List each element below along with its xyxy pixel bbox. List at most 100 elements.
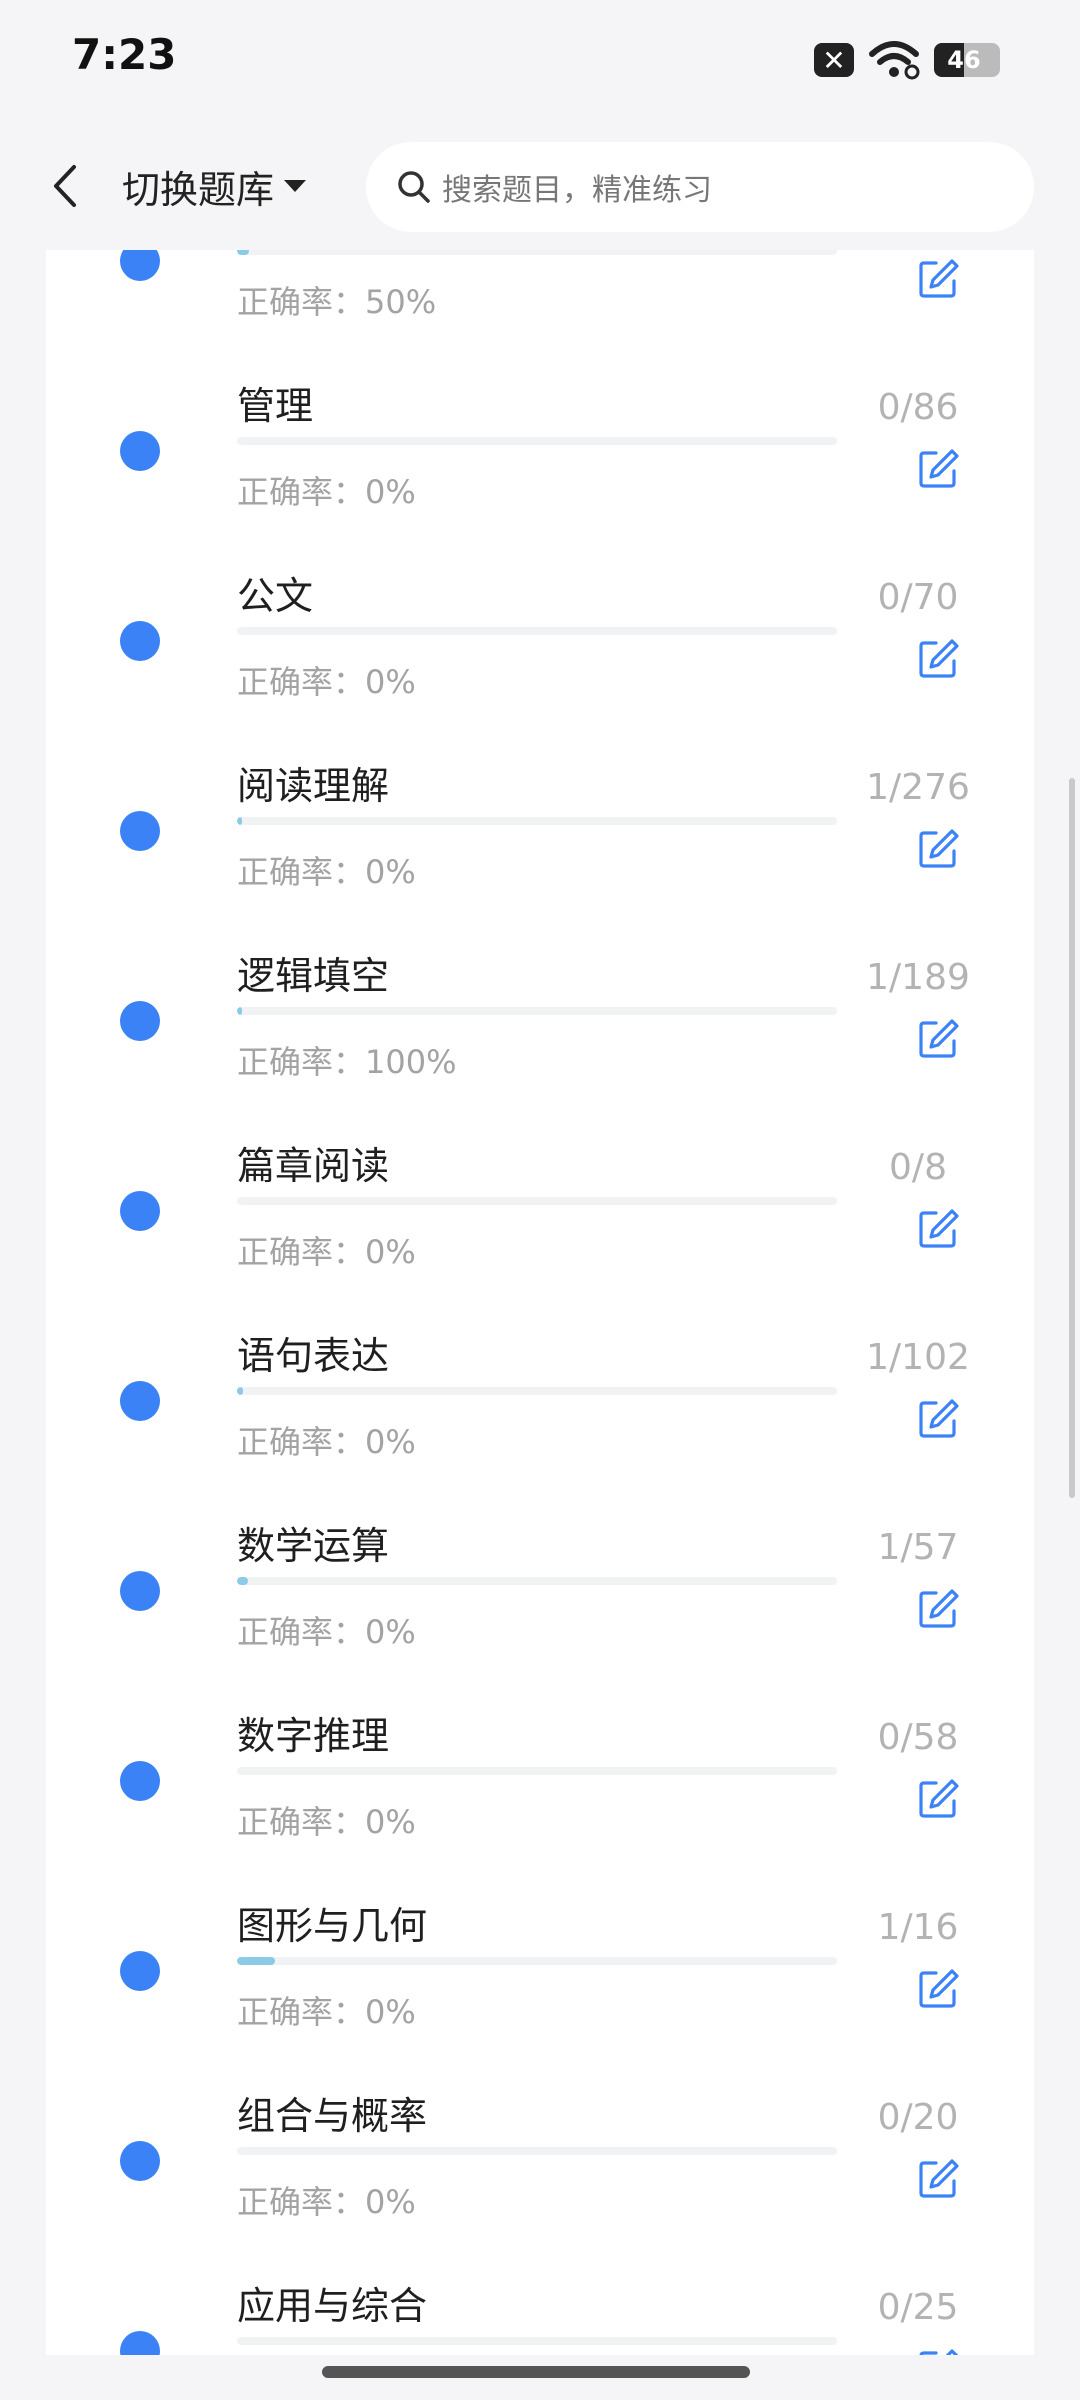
category-title: 应用与综合 bbox=[237, 2284, 428, 2328]
progress-track bbox=[237, 2337, 837, 2345]
practice-button[interactable] bbox=[914, 1585, 962, 1633]
edit-icon bbox=[919, 1969, 959, 2008]
edit-icon bbox=[919, 259, 959, 298]
edit-icon bbox=[919, 2159, 959, 2198]
progress-fill bbox=[237, 817, 243, 825]
progress-fill bbox=[237, 250, 249, 255]
accuracy-text: 正确率：100% bbox=[237, 1043, 457, 1081]
status-bar: 7:23 ✕ 46 bbox=[0, 0, 1080, 120]
question-count: 0/20 bbox=[877, 2097, 959, 2138]
header: 切换题库 搜索题目，精准练习 bbox=[0, 120, 1080, 250]
practice-button[interactable] bbox=[914, 825, 962, 873]
edit-icon bbox=[919, 1589, 959, 1628]
practice-button[interactable] bbox=[914, 635, 962, 683]
progress-track bbox=[237, 1767, 837, 1775]
status-dot bbox=[120, 1571, 160, 1611]
progress-track bbox=[237, 817, 837, 825]
progress-fill bbox=[237, 1957, 275, 1965]
home-indicator[interactable] bbox=[322, 2366, 750, 2378]
practice-button[interactable] bbox=[914, 1395, 962, 1443]
practice-button[interactable] bbox=[914, 2345, 962, 2355]
progress-track bbox=[237, 250, 837, 255]
caret-down-icon bbox=[284, 180, 307, 192]
category-title: 语句表达 bbox=[237, 1334, 390, 1378]
status-icons: ✕ 46 bbox=[814, 38, 1000, 82]
list-item[interactable]: 公文 正确率：0% 0/70 bbox=[46, 535, 1034, 725]
list-item[interactable]: 应用与综合 0/25 bbox=[46, 2245, 1034, 2355]
practice-button[interactable] bbox=[914, 445, 962, 493]
switch-bank-label: 切换题库 bbox=[122, 167, 275, 212]
question-count: 1/276 bbox=[866, 767, 970, 808]
category-title: 图形与几何 bbox=[237, 1904, 428, 1948]
battery-level: 46 bbox=[947, 46, 981, 74]
list-item[interactable]: 数字推理 正确率：0% 0/58 bbox=[46, 1675, 1034, 1865]
question-count: 0/25 bbox=[877, 2287, 959, 2328]
practice-button[interactable] bbox=[914, 255, 962, 303]
progress-track bbox=[237, 437, 837, 445]
accuracy-text: 正确率：50% bbox=[237, 283, 437, 321]
practice-button[interactable] bbox=[914, 1015, 962, 1063]
practice-button[interactable] bbox=[914, 1775, 962, 1823]
category-title: 篇章阅读 bbox=[237, 1144, 390, 1188]
progress-track bbox=[237, 1197, 837, 1205]
list-item[interactable]: 篇章阅读 正确率：0% 0/8 bbox=[46, 1105, 1034, 1295]
list-item[interactable]: 阅读理解 正确率：0% 1/276 bbox=[46, 725, 1034, 915]
status-dot bbox=[120, 1761, 160, 1801]
question-count: 1/16 bbox=[877, 1907, 959, 1948]
accuracy-text: 正确率：0% bbox=[237, 1233, 416, 1271]
search-placeholder: 搜索题目，精准练习 bbox=[442, 173, 712, 208]
category-title: 数学运算 bbox=[237, 1524, 390, 1568]
accuracy-text: 正确率：0% bbox=[237, 853, 416, 891]
accuracy-text: 正确率：0% bbox=[237, 1993, 416, 2031]
scrollbar[interactable] bbox=[1069, 778, 1075, 1498]
edit-icon bbox=[919, 1399, 959, 1438]
list-item[interactable]: 逻辑填空 正确率：100% 1/189 bbox=[46, 915, 1034, 1105]
edit-icon bbox=[919, 829, 959, 868]
switch-bank-button[interactable]: 切换题库 bbox=[122, 158, 308, 214]
list-item[interactable]: 数学运算 正确率：0% 1/57 bbox=[46, 1485, 1034, 1675]
status-dot bbox=[120, 1001, 160, 1041]
back-button[interactable] bbox=[40, 158, 90, 214]
practice-button[interactable] bbox=[914, 1965, 962, 2013]
category-title: 逻辑填空 bbox=[237, 954, 390, 998]
status-dot bbox=[120, 811, 160, 851]
question-count: 1/189 bbox=[866, 957, 970, 998]
wifi-icon bbox=[869, 41, 920, 80]
search-input[interactable]: 搜索题目，精准练习 bbox=[366, 142, 1034, 232]
practice-button[interactable] bbox=[914, 1205, 962, 1253]
status-dot bbox=[120, 2331, 160, 2355]
progress-track bbox=[237, 627, 837, 635]
edit-icon bbox=[919, 1209, 959, 1248]
edit-icon bbox=[919, 1779, 959, 1818]
status-dot bbox=[120, 621, 160, 661]
progress-track bbox=[237, 1957, 837, 1965]
category-title: 阅读理解 bbox=[237, 764, 390, 808]
list-item[interactable]: 语句表达 正确率：0% 1/102 bbox=[46, 1295, 1034, 1485]
status-dot bbox=[120, 2141, 160, 2181]
progress-track bbox=[237, 1007, 837, 1015]
status-dot bbox=[120, 1381, 160, 1421]
list-item[interactable]: 正确率：50% bbox=[46, 250, 1034, 345]
category-list: 正确率：50% 管理 正确率：0% 0/86 公文 正确率：0% 0/70 阅读… bbox=[46, 250, 1034, 2355]
list-item[interactable]: 管理 正确率：0% 0/86 bbox=[46, 345, 1034, 535]
status-dot bbox=[120, 250, 160, 281]
progress-fill bbox=[237, 1007, 243, 1015]
list-item[interactable]: 图形与几何 正确率：0% 1/16 bbox=[46, 1865, 1034, 2055]
accuracy-text: 正确率：0% bbox=[237, 2183, 416, 2221]
list-item[interactable]: 组合与概率 正确率：0% 0/20 bbox=[46, 2055, 1034, 2245]
edit-icon bbox=[919, 1019, 959, 1058]
no-sim-icon: ✕ bbox=[814, 43, 854, 77]
chevron-left-icon bbox=[54, 165, 76, 207]
question-count: 0/58 bbox=[877, 1717, 959, 1758]
status-dot bbox=[120, 1951, 160, 1991]
question-count: 0/70 bbox=[877, 577, 959, 618]
practice-button[interactable] bbox=[914, 2155, 962, 2203]
category-title: 公文 bbox=[237, 574, 314, 618]
status-dot bbox=[120, 1191, 160, 1231]
accuracy-text: 正确率：0% bbox=[237, 1803, 416, 1841]
edit-icon bbox=[919, 449, 959, 488]
question-count: 1/57 bbox=[877, 1527, 959, 1568]
progress-track bbox=[237, 2147, 837, 2155]
edit-icon bbox=[919, 2349, 959, 2355]
edit-icon bbox=[919, 639, 959, 678]
